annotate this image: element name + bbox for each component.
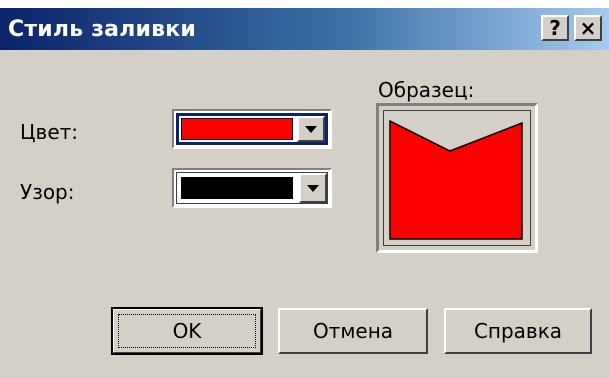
help-button-label: Справка (473, 319, 563, 343)
color-swatch (181, 118, 293, 140)
pattern-swatch (181, 177, 293, 199)
help-button[interactable]: Справка (444, 308, 592, 354)
preview-shape (389, 119, 523, 240)
title-bar[interactable]: Стиль заливки ? × (0, 8, 609, 50)
close-button[interactable]: × (574, 15, 602, 41)
help-question-button[interactable]: ? (541, 15, 569, 41)
color-label: Цвет: (20, 120, 79, 144)
focus-rectangle (118, 314, 256, 348)
preview-area (383, 110, 531, 246)
preview-fill-shape (389, 119, 523, 240)
color-dropdown-button[interactable] (297, 116, 325, 142)
pattern-dropdown-field[interactable] (176, 172, 328, 204)
color-dropdown[interactable] (172, 109, 332, 149)
ok-button[interactable]: OK (111, 307, 263, 355)
preview-label: Образец: (378, 78, 475, 102)
preview-frame (376, 103, 538, 253)
color-dropdown-field[interactable] (176, 113, 328, 145)
chevron-down-icon (305, 125, 317, 133)
pattern-dropdown[interactable] (172, 168, 332, 208)
cancel-button-label: Отмена (312, 319, 394, 343)
cancel-button[interactable]: Отмена (278, 308, 428, 354)
pattern-label: Узор: (20, 180, 75, 204)
chevron-down-icon (307, 184, 319, 192)
fill-style-dialog: Стиль заливки ? × Цвет: Узор: Образец: O… (0, 8, 609, 378)
dialog-title: Стиль заливки (8, 17, 197, 42)
pattern-dropdown-button[interactable] (299, 173, 327, 203)
